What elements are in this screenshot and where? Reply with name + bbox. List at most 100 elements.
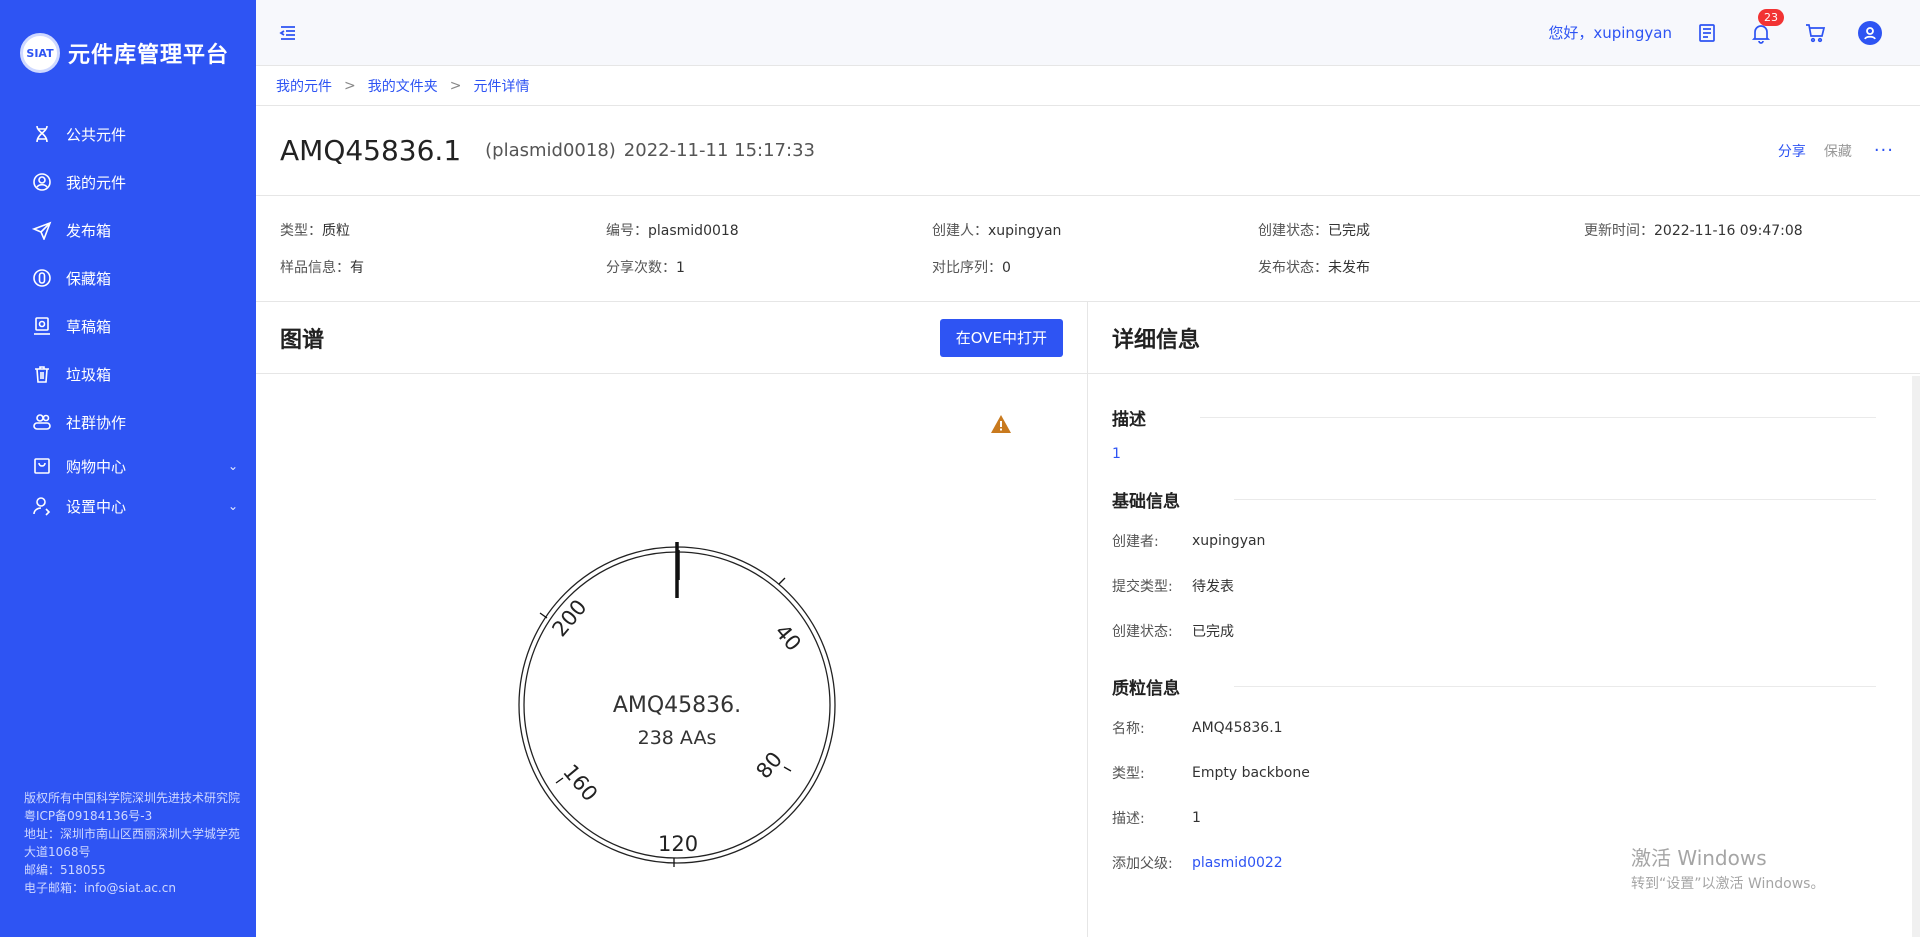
brand-title: 元件库管理平台 [68,43,230,68]
sidebar-item-label: 购物中心 [66,457,127,476]
sidebar-item-label: 保藏箱 [66,269,112,288]
footer-postcode: 邮编：518055 [24,863,106,877]
bell-icon[interactable]: 23 [1750,8,1784,44]
sidebar-item-shop[interactable]: 购物中心 ⌄ [0,446,256,486]
sidebar-item-public-parts[interactable]: 公共元件 [0,110,256,158]
user-icon [1864,26,1876,40]
cart-icon[interactable] [1804,22,1826,44]
description-section: 描述 1 [1112,402,1876,462]
title-actions: 分享 保藏 ··· [1778,140,1894,161]
part-title-bar: AMQ45836.1 (plasmid0018) 2022-11-11 15:1… [256,106,1920,196]
brand[interactable]: SIAT 元件库管理平台 [0,0,256,106]
breadcrumb-my-parts[interactable]: 我的元件 [276,76,332,96]
user-circle-icon [32,172,52,192]
footer-email: 电子邮箱：info@siat.ac.cn [24,881,176,895]
detail-panel-header: 详细信息 [1088,302,1920,374]
sidebar-item-outbox[interactable]: 发布箱 [0,206,256,254]
plasmid-map-length: 238 AAs [638,727,717,749]
detail-panel-body: 描述 1 基础信息 创建者: xupingyan 提交类型: 待发表 创建状态: 已完… [1088,374,1920,885]
basic-info-section: 基础信息 创建者: xupingyan 提交类型: 待发表 创建状态: 已完成 [1112,484,1876,653]
sidebar-item-label: 公共元件 [66,125,127,144]
detail-scrollbar[interactable] [1912,376,1920,937]
part-meta: 类型：质粒 编号：plasmid0018 创建人：xupingyan 创建状态：… [256,196,1920,302]
breadcrumb-my-folder[interactable]: 我的文件夹 [368,76,438,96]
sidebar-item-label: 发布箱 [66,221,112,240]
section-title: 描述 [1112,402,1876,432]
notification-badge: 23 [1758,8,1784,26]
user-greeting: 您好，xupingyan [1548,24,1672,42]
section-divider [1234,685,1876,687]
info-row: 名称: AMQ45836.1 [1112,719,1283,737]
sidebar-item-collection[interactable]: 保藏箱 [0,254,256,302]
more-menu-button[interactable]: ··· [1874,140,1894,161]
tick-label-160: 160 [558,760,602,806]
share-button[interactable]: 分享 [1778,141,1806,161]
team-icon [32,412,52,432]
meta-number: 编号：plasmid0018 [606,223,739,239]
top-header: 您好，xupingyan 23 [256,0,1920,66]
map-panel-header: 图谱 在OVE中打开 [256,302,1087,374]
info-row: 创建者: xupingyan [1112,532,1266,550]
plasmid-map[interactable]: 40 80 120 160 200 AMQ45836. 238 AAs [512,540,842,870]
section-title: 基础信息 [1112,484,1876,514]
sidebar-nav: 公共元件 我的元件 发布箱 保藏箱 草稿箱 垃圾箱 社群协作 购物中心 ⌄ 设置… [0,110,256,526]
menu-fold-icon[interactable] [278,23,298,43]
tick-label-80: 80 [751,747,787,783]
plasmid-map-name: AMQ45836. [613,693,741,718]
info-row: 描述: 1 [1112,809,1201,827]
breadcrumb-separator: > [344,77,356,94]
warning-icon[interactable] [990,414,1012,434]
sidebar-item-label: 草稿箱 [66,317,112,336]
chevron-down-icon: ⌄ [227,499,238,513]
sidebar-item-my-parts[interactable]: 我的元件 [0,158,256,206]
breadcrumb-separator: > [449,77,462,94]
draft-icon [32,316,52,336]
chevron-down-icon: ⌄ [227,459,238,473]
created-time: 2022-11-11 15:17:33 [623,140,815,161]
sidebar-item-settings[interactable]: 设置中心 ⌄ [0,486,256,526]
vault-icon [32,268,52,288]
footer-copyright: 版权所有中国科学院深圳先进技术研究院 粤ICP备09184136号-3 [24,791,241,823]
collect-button[interactable]: 保藏 [1824,141,1852,161]
document-list-icon[interactable] [1696,22,1718,44]
sidebar-item-label: 社群协作 [66,413,127,432]
trash-icon [32,364,52,384]
meta-row: 样品信息：有 分享次数：1 对比序列：0 发布状态：未发布 [280,257,1920,294]
parent-plasmid-link[interactable]: plasmid0022 [1192,855,1283,871]
send-icon [32,220,52,240]
siat-logo: SIAT [20,33,60,73]
map-panel: 图谱 在OVE中打开 40 80 120 160 200 AMQ45836. 2… [256,302,1088,937]
part-code: (plasmid0018) [485,140,616,161]
info-row: 类型: Empty backbone [1112,764,1310,782]
bag-icon [32,456,52,476]
section-divider [1200,416,1876,418]
dna-icon [32,124,52,144]
section-divider [1234,498,1876,500]
meta-compare-seq: 对比序列：0 [932,260,1011,276]
windows-activation-watermark: 激活 Windows 转到“设置”以激活 Windows。 [1631,842,1824,893]
meta-type: 类型：质粒 [280,223,350,239]
sidebar-item-community[interactable]: 社群协作 [0,398,256,446]
tick-label-120: 120 [658,832,698,856]
info-row: 提交类型: 待发表 [1112,578,1234,595]
meta-sample-info: 样品信息：有 [280,260,364,276]
user-settings-icon [32,496,52,516]
meta-row: 类型：质粒 编号：plasmid0018 创建人：xupingyan 创建状态：… [280,220,1920,257]
page-title: AMQ45836.1 [280,134,462,167]
breadcrumb-part-detail[interactable]: 元件详情 [473,76,529,96]
open-in-ove-button[interactable]: 在OVE中打开 [939,318,1063,357]
sidebar-item-drafts[interactable]: 草稿箱 [0,302,256,350]
map-panel-title: 图谱 [280,327,325,353]
meta-update-time: 更新时间：2022-11-16 09:47:08 [1584,223,1803,239]
meta-create-status: 创建状态：已完成 [1258,223,1370,239]
description-value: 1 [1112,446,1121,462]
sidebar-item-trash[interactable]: 垃圾箱 [0,350,256,398]
tick-label-40: 40 [770,620,806,656]
header-actions: 您好，xupingyan 23 [1548,8,1882,45]
info-row: 创建状态: 已完成 [1112,623,1234,640]
sidebar-footer: 版权所有中国科学院深圳先进技术研究院 粤ICP备09184136号-3 地址：深… [24,789,240,897]
watermark-subtitle: 转到“设置”以激活 Windows。 [1631,876,1825,892]
sidebar-item-label: 我的元件 [66,173,127,192]
avatar[interactable] [1858,20,1882,45]
sidebar: SIAT 元件库管理平台 公共元件 我的元件 发布箱 保藏箱 草稿箱 垃圾箱 社… [0,0,256,937]
